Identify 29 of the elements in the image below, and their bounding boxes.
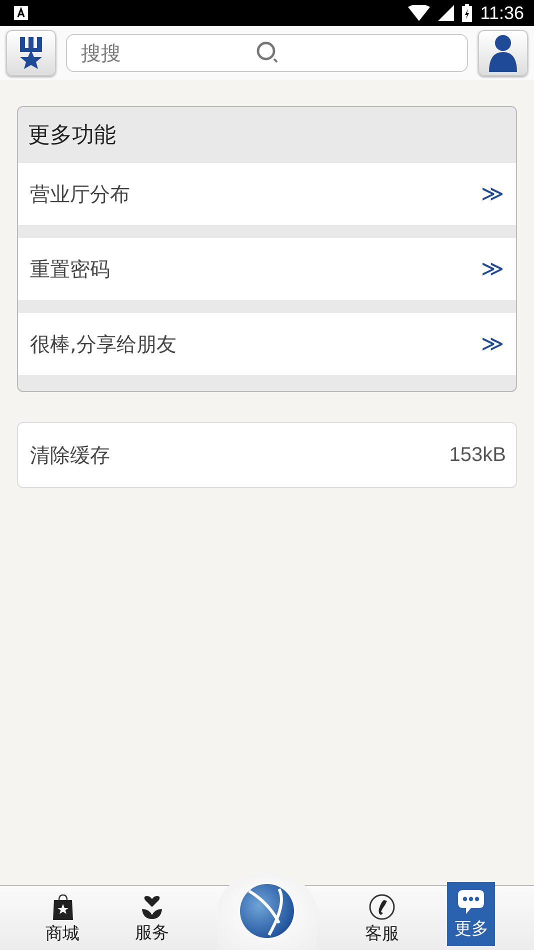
heart-flower-icon — [140, 894, 163, 918]
profile-button[interactable] — [478, 30, 528, 76]
menu-item[interactable]: 很棒,分享给朋友 ≫ — [18, 313, 516, 375]
battery-icon — [462, 4, 472, 22]
wifi-icon — [408, 5, 430, 21]
clear-cache-item[interactable]: 清除缓存 153kB — [17, 422, 517, 488]
double-chevron-icon: ≫ — [480, 182, 504, 206]
cache-size: 153kB — [449, 444, 506, 466]
menu-item[interactable]: 重置密码 ≫ — [18, 238, 516, 300]
shopping-bag-icon — [52, 894, 74, 920]
search-field[interactable]: 搜搜 — [66, 34, 468, 72]
nav-tab[interactable]: 商城 — [38, 888, 87, 950]
notification-icon — [14, 6, 28, 20]
signal-icon — [438, 5, 454, 21]
phone-icon — [369, 894, 396, 920]
person-icon — [486, 34, 520, 72]
nav-tab[interactable]: 服务 — [128, 888, 176, 950]
search-icon — [256, 41, 280, 63]
menu-item[interactable]: 营业厅分布 ≫ — [18, 163, 516, 225]
logo-button[interactable] — [6, 30, 56, 76]
globe-logo-icon — [238, 883, 295, 939]
double-chevron-icon: ≫ — [480, 256, 504, 282]
panel-title: 更多功能 — [27, 122, 117, 150]
nav-tab[interactable]: 更多 — [447, 882, 496, 946]
chat-bubble-icon — [457, 888, 486, 914]
logo-icon — [17, 37, 45, 69]
nav-tab[interactable]: 客服 — [358, 888, 406, 950]
status-time: 11:36 — [480, 2, 524, 24]
double-chevron-icon: ≫ — [480, 332, 504, 356]
